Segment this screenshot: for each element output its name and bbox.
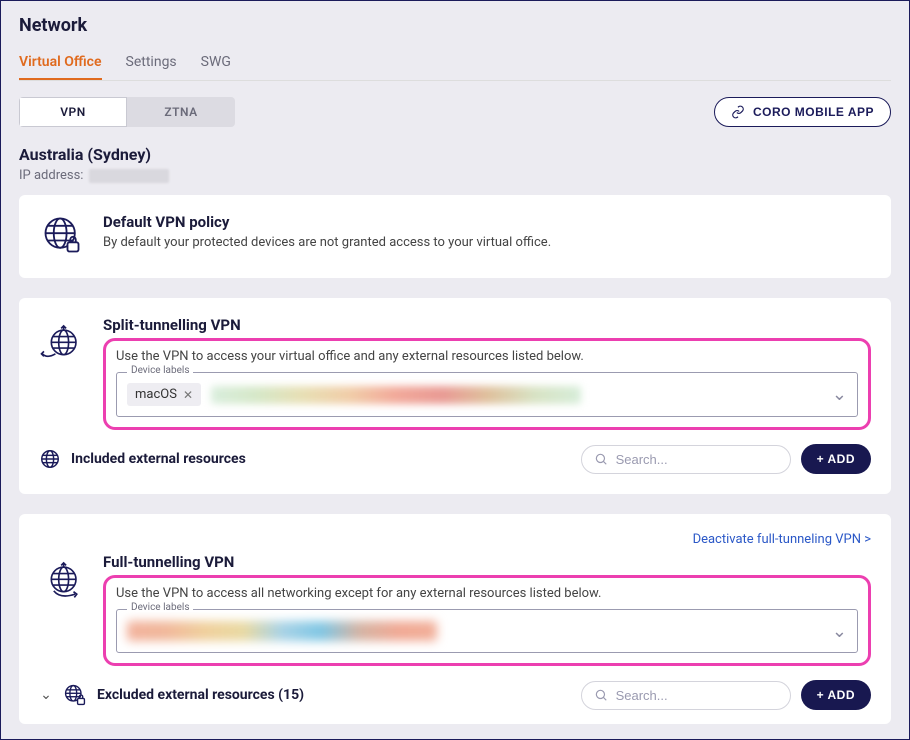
deactivate-full-tunnel-link[interactable]: Deactivate full-tunneling VPN > — [39, 532, 871, 547]
full-tunnel-icon — [39, 553, 85, 609]
excluded-search-input[interactable] — [616, 688, 792, 703]
vpn-ztna-segment: VPN ZTNA — [19, 97, 235, 127]
tab-swg[interactable]: SWG — [201, 50, 231, 80]
collapse-toggle[interactable]: ⌄ — [39, 687, 53, 703]
segment-vpn[interactable]: VPN — [19, 97, 127, 127]
search-icon — [594, 688, 608, 702]
default-policy-card: Default VPN policy By default your prote… — [19, 195, 891, 278]
tab-settings[interactable]: Settings — [126, 50, 177, 80]
chevron-down-icon[interactable]: ⌄ — [832, 384, 847, 405]
split-tunnel-icon — [39, 316, 85, 372]
split-device-labels-legend: Device labels — [127, 365, 193, 376]
coro-mobile-app-button[interactable]: CORO MOBILE APP — [714, 97, 891, 127]
default-policy-title: Default VPN policy — [103, 213, 871, 231]
excluded-search[interactable] — [581, 681, 791, 710]
full-highlight: Use the VPN to access all networking exc… — [103, 575, 871, 666]
split-tunnel-desc: Use the VPN to access your virtual offic… — [116, 349, 858, 364]
chip-remove-icon[interactable]: ✕ — [183, 388, 193, 402]
page-title: Network — [19, 15, 891, 36]
full-tunnel-desc: Use the VPN to access all networking exc… — [116, 586, 858, 601]
excluded-resources-bar: ⌄ Excluded external resources (15) + ADD — [39, 680, 871, 710]
tab-virtual-office[interactable]: Virtual Office — [19, 50, 102, 80]
excluded-resources-title: Excluded external resources (15) — [97, 687, 304, 703]
split-tunnel-title: Split-tunnelling VPN — [103, 316, 871, 334]
included-search-input[interactable] — [616, 452, 792, 467]
chip-text: macOS — [135, 387, 177, 402]
globe-lock-icon — [39, 213, 85, 257]
included-add-button[interactable]: + ADD — [801, 444, 871, 474]
split-tunnel-card: Split-tunnelling VPN Use the VPN to acce… — [19, 298, 891, 494]
full-device-labels-legend: Device labels — [127, 602, 193, 613]
included-resources-bar: Included external resources + ADD — [39, 444, 871, 474]
included-resources-title: Included external resources — [71, 451, 246, 467]
redacted-labels-2 — [127, 621, 437, 641]
coro-mobile-app-label: CORO MOBILE APP — [753, 105, 874, 119]
chevron-down-icon[interactable]: ⌄ — [832, 621, 847, 642]
full-device-labels-field[interactable]: Device labels ⌄ — [116, 609, 858, 653]
search-icon — [594, 452, 608, 466]
default-policy-desc: By default your protected devices are no… — [103, 235, 871, 250]
ip-label: IP address: — [19, 168, 83, 183]
region-title: Australia (Sydney) — [19, 145, 891, 164]
globe-lock-small-icon — [63, 683, 87, 707]
device-label-chip-macos[interactable]: macOS ✕ — [127, 383, 201, 406]
full-tunnel-card: Deactivate full-tunneling VPN > Full-tun… — [19, 514, 891, 724]
split-highlight: Use the VPN to access your virtual offic… — [103, 338, 871, 430]
split-device-labels-field[interactable]: Device labels macOS ✕ ⌄ — [116, 372, 858, 417]
included-search[interactable] — [581, 445, 791, 474]
full-tunnel-title: Full-tunnelling VPN — [103, 553, 871, 571]
globe-icon — [39, 448, 61, 470]
ip-address-line: IP address: — [19, 168, 891, 183]
top-tabs: Virtual Office Settings SWG — [19, 50, 891, 81]
segment-ztna[interactable]: ZTNA — [127, 97, 235, 127]
ip-value-redacted — [89, 169, 169, 183]
redacted-labels — [211, 386, 581, 404]
excluded-add-button[interactable]: + ADD — [801, 680, 871, 710]
link-icon — [731, 105, 745, 119]
